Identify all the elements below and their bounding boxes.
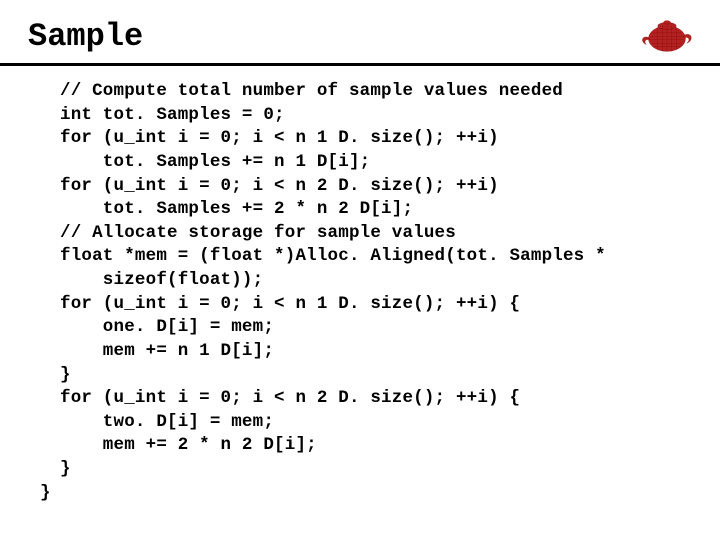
slide-title: Sample bbox=[28, 18, 692, 55]
code-block: // Compute total number of sample values… bbox=[60, 80, 680, 505]
code-body: // Compute total number of sample values… bbox=[60, 81, 606, 479]
teapot-icon bbox=[638, 12, 696, 56]
slide-header: Sample bbox=[0, 0, 720, 66]
slide-content: // Compute total number of sample values… bbox=[0, 66, 720, 505]
slide: Sample // Compute total number bbox=[0, 0, 720, 540]
code-closing-brace: } bbox=[40, 483, 51, 503]
